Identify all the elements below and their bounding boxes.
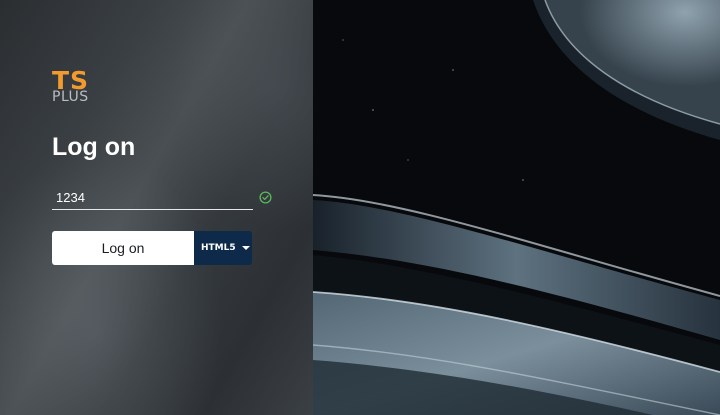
page-title: Log on — [52, 133, 136, 161]
connection-mode-label: HTML5 — [201, 243, 236, 253]
connection-mode-dropdown[interactable]: HTML5 — [194, 231, 252, 265]
username-input[interactable] — [52, 186, 253, 210]
tsplus-logo: TS PLUS — [52, 68, 102, 106]
login-page: TS PLUS Log on Log on HTML5 — [0, 0, 720, 415]
check-circle-icon — [259, 191, 272, 204]
logo-plus-text: PLUS — [52, 89, 89, 105]
wallpaper-image — [313, 0, 720, 415]
abstract-curves-graphic — [313, 0, 720, 415]
chevron-down-icon — [241, 246, 250, 250]
login-panel: TS PLUS Log on Log on HTML5 — [0, 0, 313, 415]
logon-button[interactable]: Log on — [52, 231, 194, 265]
